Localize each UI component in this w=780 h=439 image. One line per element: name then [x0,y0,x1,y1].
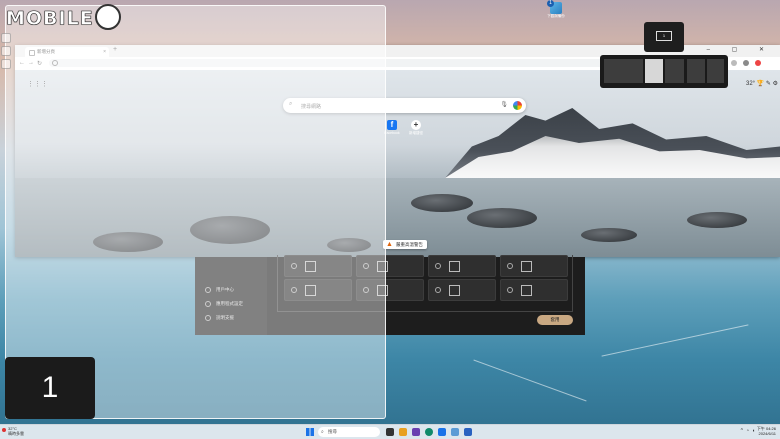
search-icon: ⌕ [321,429,324,435]
facebook-icon: f [387,120,397,130]
app-icon[interactable] [464,428,472,436]
app-icon[interactable] [438,428,446,436]
ice-crack [473,359,587,402]
layout-icon [521,285,532,296]
snap-layout-picker [600,55,728,88]
taskbar-weather[interactable]: 32°C 晴時多雲 [2,426,24,436]
snap-cell[interactable] [603,58,644,84]
radio-button[interactable] [507,263,513,269]
snap-indicator: 1 [644,22,684,52]
add-shortcut-icon: + [411,120,421,130]
shortcut-add[interactable]: + 新增捷徑 [404,120,428,136]
desktop-shortcut-label: 下載與備份 [547,14,565,18]
layout-icon [449,285,460,296]
profile-avatar[interactable] [743,60,749,66]
desktop-shortcut[interactable]: 1 下載與備份 [546,0,566,19]
background-rock [581,228,637,242]
desktop-icon-rail [0,30,12,72]
snap-cell[interactable] [664,58,685,84]
snap-indicator-number: 1 [656,31,672,41]
desktop-icon[interactable] [1,33,11,43]
window-controls[interactable]: – ▢ ✕ [707,46,774,53]
snap-zone-number: 1 [5,357,95,419]
warning-text: 嚴重高溫警告 [396,242,423,247]
app-icon: 1 [547,0,562,14]
layout-option[interactable] [428,255,496,277]
radio-button[interactable] [507,287,513,293]
taskbar: 32°C 晴時多雲 ⌕ 搜尋 ^◔◖ 下午 04:26 2024/6/11 [0,424,780,439]
layout-icon [449,261,460,272]
shortcut-label: 新增捷徑 [409,131,423,135]
browser-menu-icon[interactable] [755,60,761,66]
microphone-icon[interactable]: 🎙 [500,101,508,108]
background-rock [411,194,473,212]
edge-icon[interactable] [425,428,433,436]
warning-icon: ▲ [386,241,393,248]
settings-gear-icon[interactable]: ⚙ [773,81,778,87]
desktop-icon[interactable] [1,46,11,56]
weather-description: 晴時多雲 [8,431,24,436]
ice-crack [601,324,749,357]
layout-option[interactable] [500,279,568,301]
brand-watermark: MOBILE [6,4,121,32]
lens-icon[interactable] [513,101,522,110]
radio-button[interactable] [435,287,441,293]
app-icon[interactable] [412,428,420,436]
notification-badge: 1 [547,0,554,7]
start-icon[interactable] [306,428,314,436]
taskbar-clock[interactable]: 下午 04:26 2024/6/11 [757,426,776,436]
snap-cell-active[interactable] [644,58,664,84]
system-tray[interactable]: ^◔◖ [741,428,758,434]
snap-cell[interactable] [706,58,725,84]
taskbar-search[interactable]: ⌕ 搜尋 [318,427,380,437]
desktop-icon[interactable] [1,59,11,69]
weather-temp: 32° [746,81,756,87]
extensions-icon[interactable] [731,60,737,66]
task-view-icon[interactable] [386,428,394,436]
file-explorer-icon[interactable] [399,428,407,436]
weather-alert-icon [2,428,6,432]
radio-button[interactable] [435,263,441,269]
rewards-icon[interactable]: 🏆 [757,81,764,87]
clock-date: 2024/6/11 [758,431,777,436]
layout-icon [521,261,532,272]
apply-button[interactable]: 套用 [537,315,573,325]
store-icon[interactable] [451,428,459,436]
brand-logo-icon [94,4,121,30]
edit-icon[interactable]: ✎ [766,81,771,87]
heat-warning-chip[interactable]: ▲ 嚴重高溫警告 [383,240,427,249]
snap-cell[interactable] [686,58,706,84]
taskbar-search-label: 搜尋 [328,429,337,434]
weather-widget[interactable]: 32° 🏆 ✎ ⚙ [746,80,778,87]
layout-option[interactable] [428,279,496,301]
layout-option[interactable] [500,255,568,277]
background-rock [687,212,747,228]
brand-text: MOBILE [6,7,94,30]
background-rock [467,208,537,228]
